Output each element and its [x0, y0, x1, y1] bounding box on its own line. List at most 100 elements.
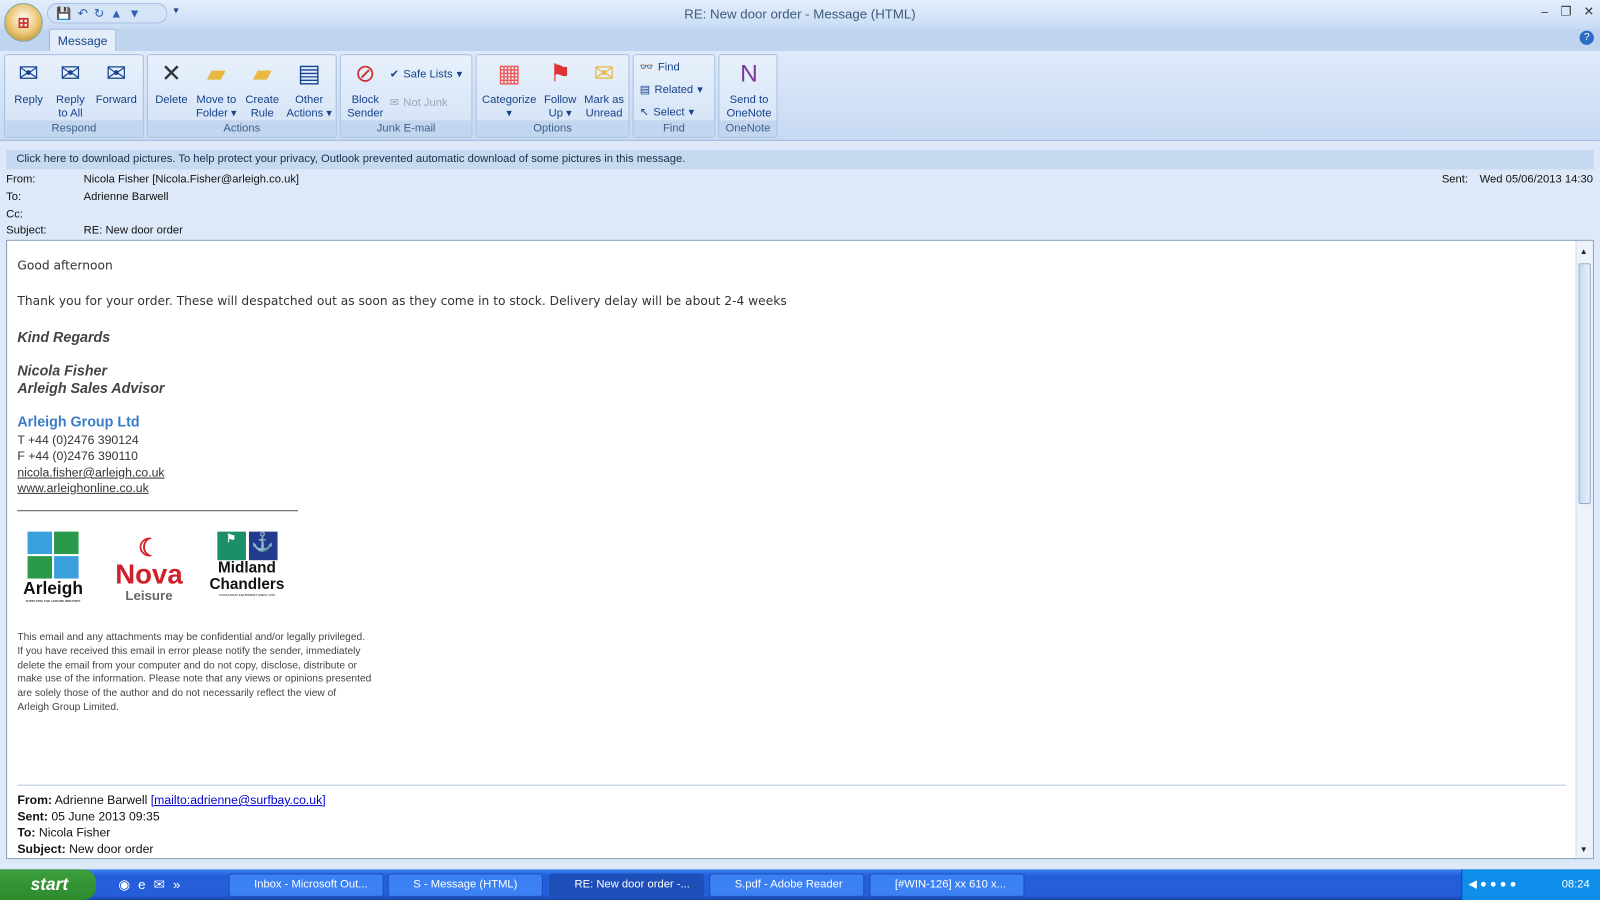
system-tray: ◀●●●● 08:24: [1461, 869, 1600, 900]
select-label: Select: [653, 105, 685, 118]
quoted-from-label: From:: [17, 792, 53, 808]
group-find: 👓 Find ▤ Related ▾ ↖ Select ▾ Find: [632, 54, 716, 138]
ribbon: ✉ Reply ✉ Reply to All ✉ Forward Respond ✕ D…: [0, 51, 1600, 141]
disclaimer-line: Arleigh Group Limited.: [17, 702, 119, 714]
disclaimer-line: make use of the information. Please note…: [17, 673, 372, 686]
help-icon[interactable]: ?: [1579, 30, 1594, 45]
categorize-icon: ▦: [497, 60, 521, 88]
sent-value: Wed 05/06/2013 14:30: [1479, 173, 1593, 186]
taskbar-item-chrome[interactable]: [#WIN-126] xx 610 x...: [869, 873, 1025, 897]
taskbar-item-s-message[interactable]: S - Message (HTML): [387, 873, 543, 897]
scrollbar-thumb[interactable]: [1578, 263, 1591, 505]
tray-icons[interactable]: ◀●●●●: [1462, 869, 1519, 900]
select-button[interactable]: ↖ Select ▾: [639, 105, 694, 119]
send-to-onenote-button[interactable]: N Send to OneNote: [721, 59, 776, 120]
taskbar-item-inbox[interactable]: Inbox - Microsoft Out...: [228, 873, 384, 897]
cursor-icon: ↖: [639, 106, 650, 119]
disclaimer-line: If you have received this email in error…: [17, 645, 361, 657]
taskbar-item-re-new-door-order[interactable]: RE: New door order -...: [548, 873, 705, 897]
delete-label: Delete: [155, 93, 188, 107]
quoted-sent: 05 June 2013 09:35: [51, 809, 160, 824]
office-button[interactable]: ⊞: [4, 3, 43, 42]
forward-label: Forward: [95, 93, 137, 107]
quoted-header: From: Adrienne Barwell [mailto:adrienne@…: [17, 792, 325, 857]
block-sender-icon: ⊘: [355, 60, 376, 88]
reply-label: Reply: [14, 93, 43, 107]
other-actions-label: Other Actions: [286, 93, 324, 120]
delete-button[interactable]: ✕ Delete: [152, 59, 191, 107]
move-to-folder-button[interactable]: ▰ Move to Folder ▾: [193, 59, 240, 120]
cc-label: Cc:: [6, 208, 23, 221]
email-link[interactable]: nicola.fisher@arleigh.co.uk: [17, 465, 164, 479]
midland-chandlers-logo: ⚑ ⚓ Midland Chandlers CANALBOAT EQUIPMENT…: [203, 531, 291, 597]
reply-all-label: Reply to All: [56, 93, 85, 120]
rule-icon: ▰: [252, 60, 272, 88]
scroll-down-icon[interactable]: ▼: [1580, 845, 1588, 854]
tab-message[interactable]: Message: [48, 28, 117, 53]
mark-unread-button[interactable]: ✉ Mark as Unread: [581, 59, 628, 120]
download-pictures-infobar[interactable]: Click here to download pictures. To help…: [6, 149, 1594, 170]
window-controls: – ❐ ✕: [1541, 4, 1594, 18]
other-actions-button[interactable]: ▤ Other Actions ▾: [285, 59, 334, 120]
to-value: Adrienne Barwell: [83, 190, 169, 204]
quoted-from: Adrienne Barwell: [54, 792, 148, 808]
onenote-icon: N: [740, 60, 758, 88]
arleigh-wordmark: Arleigh: [23, 578, 83, 598]
related-button[interactable]: ▤ Related ▾: [640, 83, 703, 96]
chandlers-wordmark: Chandlers: [209, 575, 285, 593]
nova-leisure-logo: ☾ Nova Leisure: [109, 536, 189, 604]
categorize-button[interactable]: ▦ Categorize ▾: [479, 59, 540, 120]
folder-icon: ▰: [206, 60, 226, 88]
website-link[interactable]: www.arleighonline.co.uk: [17, 481, 148, 495]
scroll-up-icon[interactable]: ▲: [1580, 247, 1588, 256]
message-body[interactable]: Good afternoon Thank you for your order.…: [6, 239, 1594, 860]
vertical-scrollbar[interactable]: ▲ ▼: [1575, 240, 1593, 859]
restore-icon[interactable]: ❐: [1560, 4, 1571, 18]
group-options: ▦ Categorize ▾ ⚑ Follow Up ▾ ✉ Mark as Unrea…: [475, 54, 630, 138]
reply-all-button[interactable]: ✉ Reply to All: [50, 59, 91, 120]
find-button[interactable]: 👓 Find: [640, 60, 680, 74]
ie-icon[interactable]: e: [138, 877, 145, 893]
not-junk-button[interactable]: ✉ Not Junk: [390, 96, 448, 109]
group-onenote: N Send to OneNote OneNote: [718, 54, 778, 138]
create-rule-label: Create Rule: [245, 93, 280, 120]
greeting: Good afternoon: [17, 258, 113, 273]
outlook-icon[interactable]: ✉: [154, 877, 165, 893]
chrome-icon[interactable]: ◉: [118, 877, 130, 893]
start-button[interactable]: start: [0, 869, 96, 900]
more-icon[interactable]: »: [173, 877, 180, 893]
nova-wordmark: Nova: [115, 559, 183, 590]
create-rule-button[interactable]: ▰ Create Rule: [242, 59, 283, 120]
not-junk-label: Not Junk: [403, 96, 448, 109]
forward-button[interactable]: ✉ Forward: [93, 59, 140, 107]
leisure-wordmark: Leisure: [125, 587, 173, 604]
quoted-subject-label: Subject:: [17, 841, 66, 857]
categorize-label: Categorize: [482, 93, 537, 107]
group-junk-email: ⊘ Block Sender ✔ Safe Lists ▾ ✉ Not Junk Ju…: [339, 54, 473, 138]
midland-wordmark: Midland: [218, 559, 276, 577]
quoted-mailto-link[interactable]: [mailto:adrienne@surfbay.co.uk]: [151, 793, 326, 807]
follow-up-button[interactable]: ⚑ Follow Up ▾: [540, 59, 581, 120]
delete-icon: ✕: [161, 60, 182, 88]
quote-divider: [17, 784, 1567, 786]
quoted-subject: New door order: [69, 841, 154, 857]
minimize-icon[interactable]: –: [1541, 4, 1548, 18]
from-value: Nicola Fisher [Nicola.Fisher@arleigh.co.…: [83, 173, 300, 186]
regards: Kind Regards: [17, 328, 111, 345]
group-label: Respond: [5, 120, 143, 137]
other-actions-icon: ▤: [297, 60, 321, 88]
sender-role: Arleigh Sales Advisor: [17, 379, 165, 396]
clock: 08:24: [1561, 878, 1590, 891]
close-icon[interactable]: ✕: [1584, 4, 1594, 18]
group-label: Options: [476, 120, 629, 137]
window-title: RE: New door order - Message (HTML): [684, 6, 916, 22]
taskbar-item-adobe-reader[interactable]: S.pdf - Adobe Reader: [709, 873, 865, 897]
block-sender-button[interactable]: ⊘ Block Sender: [345, 59, 386, 120]
safe-lists-button[interactable]: ✔ Safe Lists ▾: [390, 67, 463, 81]
reply-button[interactable]: ✉ Reply: [9, 59, 48, 107]
subject-label: Subject:: [6, 224, 47, 237]
move-label: Move to Folder: [196, 93, 237, 120]
tab-row: [0, 28, 1600, 52]
flag-icon: ⚑: [549, 60, 572, 88]
envelope-icon: ✉: [593, 60, 615, 88]
